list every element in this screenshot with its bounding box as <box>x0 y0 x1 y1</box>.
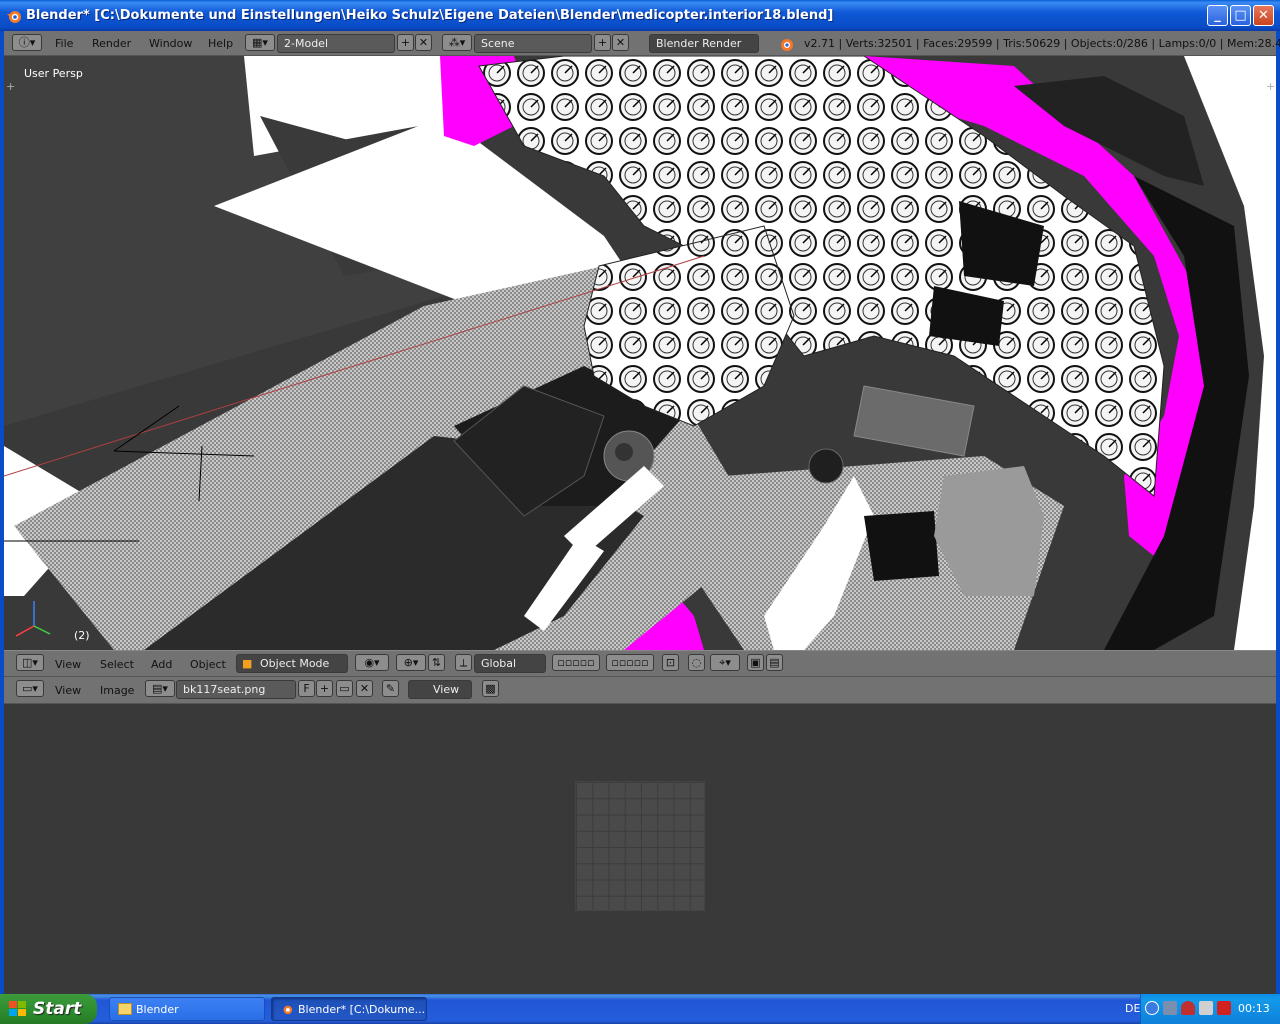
orientation-select[interactable]: Global <box>474 654 546 673</box>
menu-view[interactable]: View <box>55 658 81 671</box>
taskbar-item-blender-folder[interactable]: Blender <box>109 997 265 1021</box>
draw-channels-icon[interactable]: ▩ <box>482 680 499 697</box>
transform-orientation-icon[interactable]: ⟂ <box>455 654 472 671</box>
scene-field[interactable]: Scene <box>474 34 592 53</box>
scene-stats: v2.71 | Verts:32501 | Faces:29599 | Tris… <box>804 37 1280 50</box>
object-mode-icon: ■ <box>242 657 253 670</box>
clock: 00:13 <box>1238 1002 1270 1015</box>
network-icon[interactable] <box>1163 1001 1177 1015</box>
uv-grid <box>575 781 705 911</box>
properties-toggle[interactable]: + <box>1266 80 1275 93</box>
taskbar-item-label: Blender* [C:\Dokume... <box>298 1003 426 1016</box>
frame-number-label: (2) <box>74 629 90 642</box>
add-scene-icon[interactable]: + <box>594 34 611 51</box>
render-engine-select[interactable]: Blender Render <box>649 34 759 53</box>
maximize-button[interactable]: □ <box>1230 5 1251 26</box>
menu-view[interactable]: View <box>55 684 81 697</box>
image-name-field[interactable]: bk117seat.png <box>176 680 296 699</box>
render-still-icon[interactable]: ▣ <box>747 654 764 671</box>
editor-type-info-icon[interactable]: ⓘ▾ <box>12 34 42 51</box>
security-shield-icon[interactable] <box>1181 1001 1195 1015</box>
window-title: Blender* [C:\Dokumente und Einstellungen… <box>26 8 834 23</box>
close-button[interactable]: ✕ <box>1253 5 1274 26</box>
menu-render[interactable]: Render <box>92 37 131 50</box>
fake-user-button[interactable]: F <box>298 680 315 697</box>
snap-icon[interactable]: ⌖▾ <box>710 654 740 671</box>
tray-expand-icon[interactable] <box>1145 1001 1159 1015</box>
layer-buttons-2[interactable]: ▫▫▫▫▫ <box>606 654 654 671</box>
pivot-point-icon[interactable]: ⊕▾ <box>396 654 426 671</box>
manipulator-toggle-icon[interactable]: ⇅ <box>428 654 445 671</box>
windows-flag-icon <box>9 1001 26 1016</box>
taskbar: Start Blender Blender* [C:\Dokume... DE … <box>0 994 1280 1024</box>
window-titlebar[interactable]: Blender* [C:\Dokumente und Einstellungen… <box>0 0 1280 31</box>
editor-type-image-icon[interactable]: ▭▾ <box>16 680 44 697</box>
image-editor-canvas[interactable] <box>4 704 1276 992</box>
proportional-edit-icon[interactable]: ◌ <box>688 654 705 671</box>
language-indicator[interactable]: DE <box>1125 1002 1140 1015</box>
blender-logo-icon <box>283 1005 293 1015</box>
add-screen-icon[interactable]: + <box>397 34 414 51</box>
new-image-icon[interactable]: + <box>316 680 333 697</box>
info-header: ⓘ▾ File Render Window Help ▦▾ 2-Model + … <box>4 31 1280 56</box>
viewport-shading-icon[interactable]: ◉▾ <box>355 654 389 671</box>
menu-file[interactable]: File <box>55 37 73 50</box>
view-perspective-label: User Persp <box>24 67 83 80</box>
unlink-image-icon[interactable]: ✕ <box>356 680 373 697</box>
start-button[interactable]: Start <box>0 994 97 1024</box>
screen-layout-icon[interactable]: ▦▾ <box>245 34 275 51</box>
layer-buttons-1[interactable]: ▫▫▫▫▫ <box>552 654 600 671</box>
blender-logo-icon <box>781 39 793 51</box>
menu-select[interactable]: Select <box>100 658 134 671</box>
view-mode-select[interactable]: View <box>408 680 472 699</box>
cockpit-scene <box>4 56 1276 650</box>
lock-layers-icon[interactable]: ⊡ <box>662 654 679 671</box>
open-image-icon[interactable]: ▭ <box>336 680 353 697</box>
menu-add[interactable]: Add <box>151 658 172 671</box>
folder-icon <box>118 1003 132 1015</box>
image-browse-icon[interactable]: ▤▾ <box>145 680 175 697</box>
he-app-icon[interactable] <box>1217 1001 1231 1015</box>
toolshelf-toggle[interactable]: + <box>6 80 15 93</box>
window-frame-right <box>1276 31 1280 996</box>
menu-image[interactable]: Image <box>100 684 134 697</box>
screen-layout-field[interactable]: 2-Model <box>277 34 395 53</box>
pin-icon[interactable]: ✎ <box>382 680 399 697</box>
3d-view-header: ◫▾ View Select Add Object Object Mode ■ … <box>4 650 1276 677</box>
3d-viewport[interactable]: User Persp + + (2) <box>4 56 1276 650</box>
render-animation-icon[interactable]: ▤ <box>766 654 783 671</box>
image-editor-header: ▭▾ View Image ▤▾ bk117seat.png F + ▭ ✕ ✎… <box>4 677 1276 704</box>
minimize-button[interactable]: _ <box>1207 5 1228 26</box>
menu-help[interactable]: Help <box>208 37 233 50</box>
remove-scene-icon[interactable]: ✕ <box>612 34 629 51</box>
menu-object[interactable]: Object <box>190 658 226 671</box>
blender-logo-icon <box>7 11 21 23</box>
taskbar-item-label: Blender <box>136 1003 179 1016</box>
volume-icon[interactable] <box>1199 1001 1213 1015</box>
menu-window[interactable]: Window <box>149 37 192 50</box>
remove-screen-icon[interactable]: ✕ <box>415 34 432 51</box>
start-label: Start <box>33 999 82 1019</box>
editor-type-3d-icon[interactable]: ◫▾ <box>16 654 44 671</box>
taskbar-item-blender-app[interactable]: Blender* [C:\Dokume... <box>271 997 427 1021</box>
mode-select[interactable]: Object Mode <box>236 654 348 673</box>
scene-icon[interactable]: ⁂▾ <box>442 34 472 51</box>
